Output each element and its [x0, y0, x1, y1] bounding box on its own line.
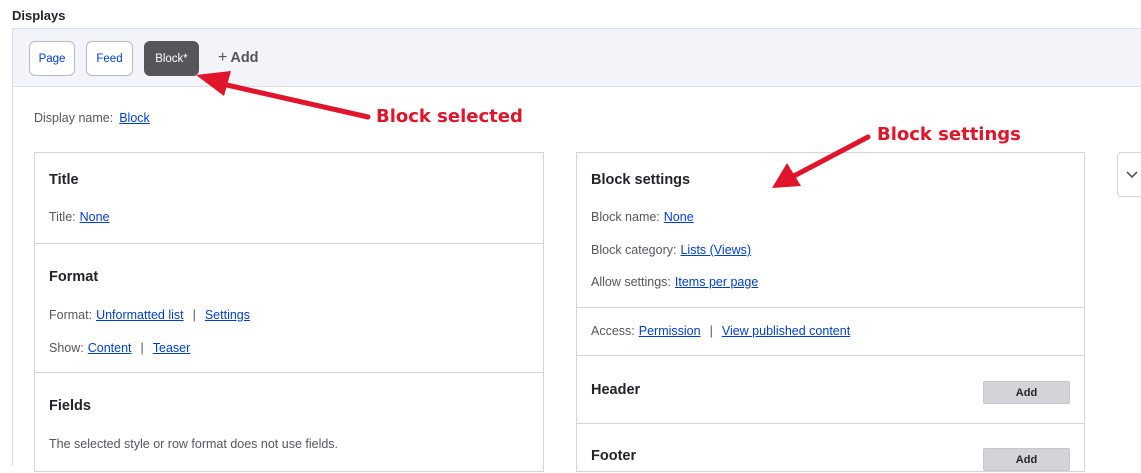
display-name-link[interactable]: Block: [119, 111, 150, 125]
show-content-link[interactable]: Content: [88, 341, 132, 355]
tab-block[interactable]: Block*: [144, 41, 199, 76]
right-settings-column: Block settings Block name: None Block cat…: [576, 152, 1085, 472]
displays-heading: Displays: [12, 8, 66, 23]
access-permission-link[interactable]: Permission: [639, 324, 701, 338]
block-name-label: Block name:: [591, 210, 660, 224]
fields-note: The selected style or row format does no…: [49, 437, 339, 451]
block-settings-heading: Block settings: [591, 172, 691, 188]
tab-feed[interactable]: Feed: [86, 41, 133, 76]
separator: |: [709, 324, 713, 338]
add-display-button[interactable]: + Add: [218, 49, 259, 67]
show-teaser-link[interactable]: Teaser: [153, 341, 191, 355]
footer-add-button[interactable]: Add: [983, 448, 1070, 471]
header-add-button[interactable]: Add: [983, 381, 1070, 404]
annotation-block-selected: Block selected: [376, 106, 523, 127]
annotation-block-settings: Block settings: [877, 124, 1021, 145]
block-category-label: Block category:: [591, 243, 677, 257]
title-label: Title:: [49, 210, 76, 224]
block-name-link[interactable]: None: [664, 210, 694, 224]
display-tabs-bar: Page Feed Block* + Add: [12, 28, 1141, 87]
collapse-toggle[interactable]: [1117, 152, 1141, 197]
format-heading: Format: [49, 269, 99, 285]
title-row: Title: None: [49, 210, 110, 224]
show-row: Show: Content | Teaser: [49, 341, 190, 355]
format-section: Format Format: Unformatted list | Settings …: [35, 243, 543, 372]
plus-icon: +: [218, 49, 228, 66]
footer-heading: Footer: [591, 448, 637, 464]
title-heading: Title: [49, 172, 79, 188]
title-section: Title Title: None: [35, 153, 543, 243]
format-row: Format: Unformatted list | Settings: [49, 308, 250, 322]
format-settings-link[interactable]: Settings: [205, 308, 250, 322]
block-settings-section: Block settings Block name: None Block cat…: [577, 153, 1084, 307]
display-name-row: Display name: Block: [34, 111, 150, 125]
tab-page[interactable]: Page: [29, 41, 75, 76]
allow-settings-row: Allow settings: Items per page: [591, 275, 758, 289]
format-label: Format:: [49, 308, 93, 322]
header-section: Header Add: [577, 355, 1084, 423]
fields-section: Fields The selected style or row format …: [35, 372, 543, 472]
access-view-link[interactable]: View published content: [722, 324, 850, 338]
block-category-link[interactable]: Lists (Views): [680, 243, 751, 257]
add-display-label: Add: [230, 50, 259, 66]
show-label: Show:: [49, 341, 84, 355]
format-link[interactable]: Unformatted list: [96, 308, 184, 322]
allow-settings-link[interactable]: Items per page: [675, 275, 758, 289]
separator: |: [192, 308, 196, 322]
fields-heading: Fields: [49, 398, 91, 414]
footer-section: Footer Add: [577, 423, 1084, 473]
left-settings-column: Title Title: None Format Format: Unformatt…: [34, 152, 544, 472]
chevron-down-icon: [1126, 170, 1138, 178]
header-heading: Header: [591, 382, 641, 398]
display-name-label: Display name:: [34, 111, 114, 125]
access-row: Access: Permission | View published content: [591, 324, 850, 338]
access-section: Access: Permission | View published content: [577, 307, 1084, 355]
title-link[interactable]: None: [80, 210, 110, 224]
separator: |: [140, 341, 144, 355]
access-label: Access:: [591, 324, 635, 338]
block-name-row: Block name: None: [591, 210, 694, 224]
allow-settings-label: Allow settings:: [591, 275, 671, 289]
block-category-row: Block category: Lists (Views): [591, 243, 751, 257]
